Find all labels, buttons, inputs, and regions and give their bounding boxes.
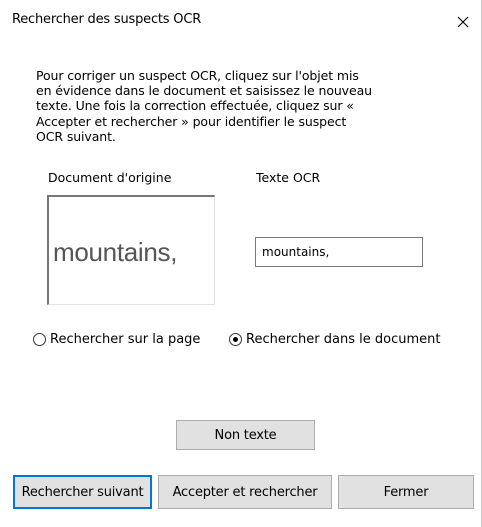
window-title: Rechercher des suspects OCR [12, 12, 202, 27]
radio-search-page-label[interactable]: Rechercher sur la page [50, 332, 200, 347]
preview-word-image: mountains, [53, 237, 178, 267]
original-document-label: Document d'origine [48, 170, 172, 185]
radio-search-document-label[interactable]: Rechercher dans le document [246, 332, 440, 347]
radio-search-document-circle[interactable] [229, 333, 242, 346]
window-close-button[interactable] [448, 4, 478, 40]
instructions-text: Pour corriger un suspect OCR, cliquez su… [36, 68, 372, 144]
accept-and-find-button[interactable]: Accepter et rechercher [158, 475, 332, 509]
original-image-preview: mountains, [47, 195, 215, 305]
not-text-button[interactable]: Non texte [176, 420, 315, 450]
ocr-text-label: Texte OCR [256, 170, 321, 185]
radio-search-document[interactable]: Rechercher dans le document [229, 332, 440, 347]
close-icon [457, 16, 469, 28]
title-bar: Rechercher des suspects OCR [0, 0, 482, 44]
ocr-text-input[interactable] [255, 237, 423, 267]
find-next-button[interactable]: Rechercher suivant [13, 475, 152, 509]
find-ocr-suspects-dialog: Rechercher des suspects OCR Pour corrige… [0, 0, 482, 527]
radio-search-page-circle[interactable] [33, 333, 46, 346]
radio-search-page[interactable]: Rechercher sur la page [33, 332, 200, 347]
close-button[interactable]: Fermer [338, 475, 474, 509]
